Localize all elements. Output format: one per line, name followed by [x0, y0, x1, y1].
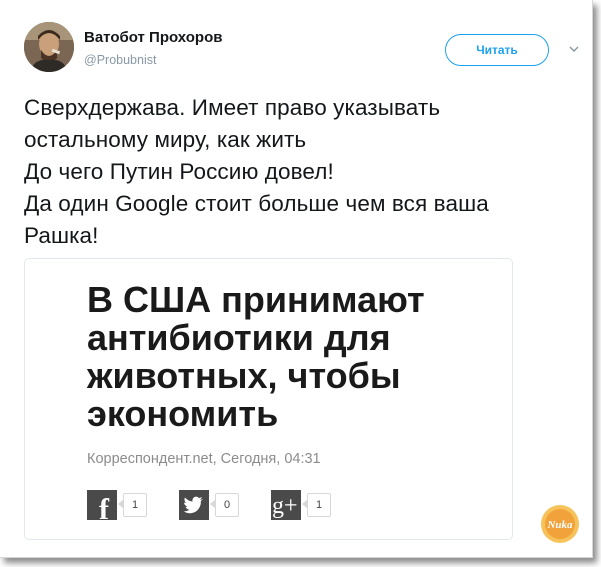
link-card[interactable]: В США принимают антибиотики для животных… — [24, 258, 513, 540]
headline-line: В США принимают — [87, 279, 425, 320]
tweet-line: До чего Путин Россию довел! — [24, 159, 334, 184]
google-plus-icon: g+ — [271, 490, 301, 520]
google-plus-glyph: g+ — [272, 493, 298, 519]
share-count: 1 — [302, 493, 331, 517]
headline-line: животных, чтобы — [87, 355, 401, 396]
author-name[interactable]: Ватобот Прохоров — [84, 29, 222, 46]
tweet-line: остальному миру, как жить — [24, 127, 307, 152]
share-count: 0 — [210, 493, 239, 517]
avatar-image — [24, 22, 74, 72]
tweet-text: Сверхдержава. Имеет право указывать оста… — [24, 92, 584, 252]
tweet-line: Да один Google стоит больше чем вся ваша — [24, 191, 489, 216]
chevron-down-icon[interactable] — [567, 42, 581, 56]
facebook-icon: f — [87, 490, 117, 520]
headline-line: антибиотики для — [87, 317, 391, 358]
watermark-logo: Nuka — [541, 505, 579, 543]
share-twitter[interactable]: 0 — [179, 488, 239, 522]
author-handle[interactable]: @Probubnist — [84, 53, 156, 67]
tweet-line: Рашка! — [24, 223, 99, 248]
share-facebook[interactable]: f 1 — [87, 488, 147, 522]
share-google-plus[interactable]: g+ 1 — [271, 488, 331, 522]
avatar[interactable] — [24, 22, 74, 72]
card-meta: Корреспондент.net, Сегодня, 04:31 — [87, 451, 321, 467]
follow-button[interactable]: Читать — [445, 34, 549, 66]
headline-line: экономить — [87, 393, 279, 434]
tweet-line: Сверхдержава. Имеет право указывать — [24, 95, 441, 120]
facebook-glyph: f — [99, 493, 110, 520]
share-count: 1 — [118, 493, 147, 517]
twitter-icon — [179, 490, 209, 520]
tweet-container: Ватобот Прохоров @Probubnist Читать Свер… — [0, 0, 593, 558]
watermark-text: Nuka — [546, 519, 573, 531]
card-headline: В США принимают антибиотики для животных… — [87, 281, 487, 433]
